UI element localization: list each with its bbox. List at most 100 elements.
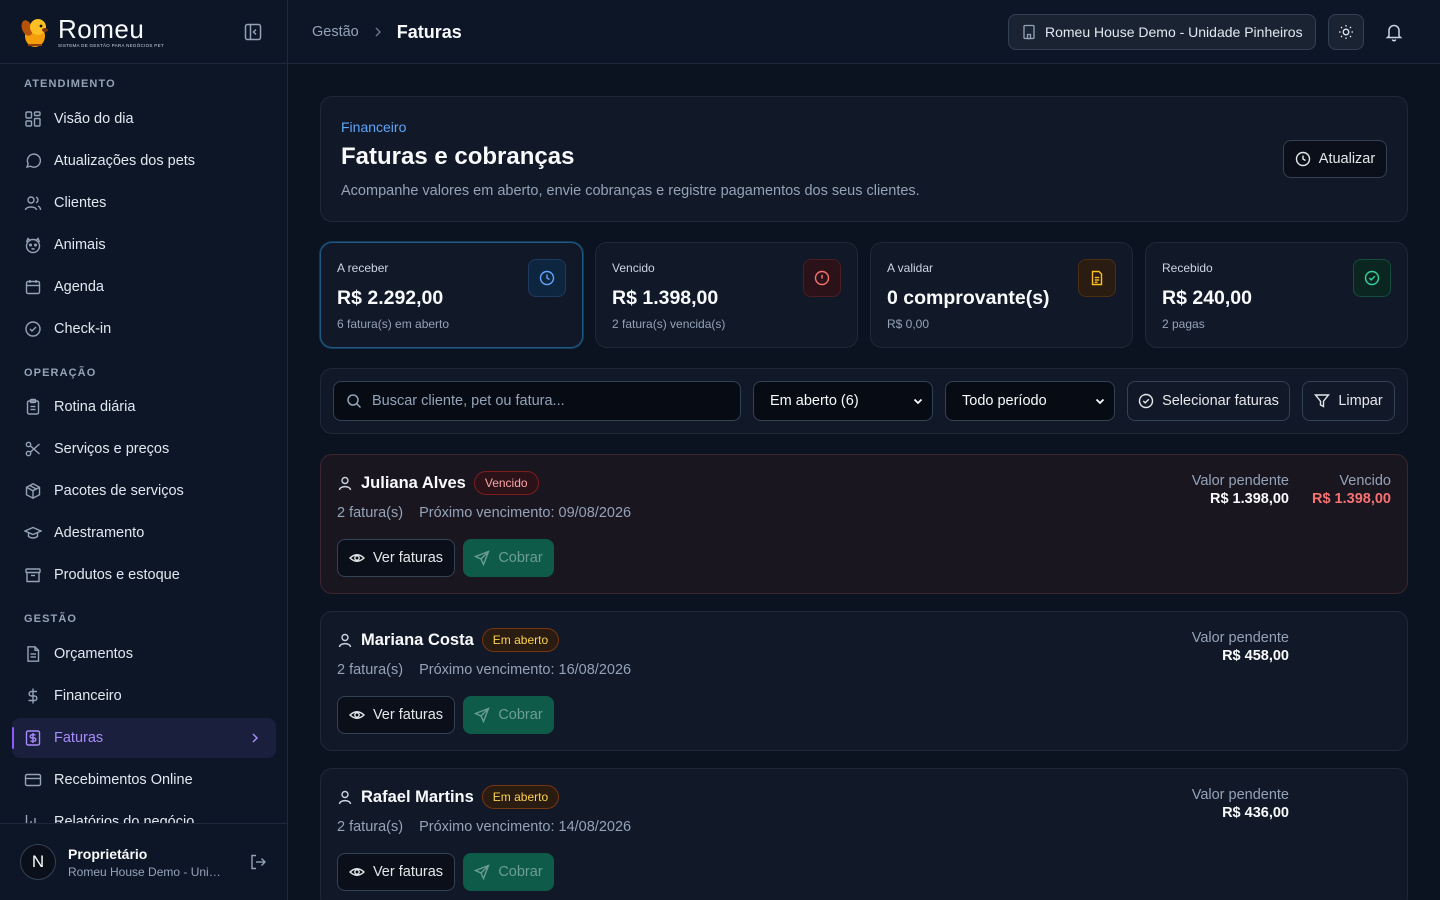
sidebar-item-label: Relatórios do negócio — [54, 814, 195, 823]
logout-icon[interactable] — [249, 853, 267, 871]
next-due-date: Próximo vencimento: 09/08/2026 — [419, 505, 632, 521]
sidebar-item-clientes[interactable]: Clientes — [12, 183, 276, 223]
chevron-down-icon — [913, 398, 923, 405]
sidebar-item-visao-do-dia[interactable]: Visão do dia — [12, 99, 276, 139]
send-icon — [474, 550, 491, 566]
nav-section-title: ATENDIMENTO — [24, 78, 116, 90]
view-invoices-button[interactable]: Ver faturas — [337, 539, 455, 577]
stat-card-a-receber[interactable]: A receber R$ 2.292,00 6 fatura(s) em abe… — [320, 242, 583, 348]
stat-card-vencido[interactable]: Vencido R$ 1.398,00 2 fatura(s) vencida(… — [595, 242, 858, 348]
view-invoices-label: Ver faturas — [372, 707, 444, 723]
unit-selector-button[interactable]: Romeu House Demo - Unidade Pinheiros — [1008, 14, 1316, 50]
scissors-icon — [25, 441, 40, 457]
sidebar-collapse-icon[interactable] — [243, 22, 263, 42]
charge-button[interactable]: Cobrar — [463, 539, 554, 577]
pending-amount-label: Valor pendente — [1191, 473, 1289, 489]
bar-chart-icon — [25, 815, 36, 823]
period-filter-value: Todo período — [962, 393, 1047, 409]
send-icon — [474, 864, 491, 880]
stat-label: A receber — [337, 261, 389, 275]
send-icon — [474, 707, 491, 723]
sidebar-item-label: Adestramento — [54, 525, 145, 541]
sidebar-item-atualizacoes-pets[interactable]: Atualizações dos pets — [12, 141, 276, 181]
stat-card-recebido[interactable]: Recebido R$ 240,00 2 pagas — [1145, 242, 1408, 348]
filter-bar: Em aberto (6) Todo período Selecionar fa… — [320, 368, 1408, 434]
period-filter-select[interactable]: Todo período — [945, 381, 1115, 421]
sidebar-item-relatorios[interactable]: Relatórios do negócio — [12, 802, 276, 823]
breadcrumb-parent[interactable]: Gestão — [312, 24, 359, 40]
credit-card-icon — [24, 773, 42, 787]
charge-button[interactable]: Cobrar — [463, 853, 554, 891]
overdue-amount-label: Vencido — [1339, 473, 1391, 489]
stat-label: Vencido — [612, 261, 655, 275]
pending-amount-value: R$ 436,00 — [1222, 805, 1289, 821]
status-badge: Vencido — [473, 471, 539, 495]
status-filter-select[interactable]: Em aberto (6) — [753, 381, 933, 421]
client-invoice-card: Juliana Alves Vencido 2 fatura(s) Próxim… — [320, 454, 1408, 594]
pending-amount-label: Valor pendente — [1191, 630, 1289, 646]
stat-sub: 6 fatura(s) em aberto — [337, 317, 450, 331]
sidebar-item-label: Serviços e preços — [54, 441, 170, 457]
sidebar-item-label: Rotina diária — [54, 399, 136, 415]
bell-icon[interactable] — [1384, 22, 1404, 42]
sidebar-item-recebimentos-online[interactable]: Recebimentos Online — [12, 760, 276, 800]
pending-amount-label: Valor pendente — [1191, 787, 1289, 803]
sidebar-item-label: Recebimentos Online — [54, 772, 193, 788]
view-invoices-label: Ver faturas — [372, 550, 444, 566]
client-invoice-card: Mariana Costa Em aberto 2 fatura(s) Próx… — [320, 611, 1408, 751]
status-badge: Em aberto — [481, 785, 560, 809]
avatar[interactable]: N — [20, 844, 56, 880]
dollar-icon — [28, 688, 38, 704]
view-invoices-button[interactable]: Ver faturas — [337, 853, 455, 891]
clipboard-icon — [26, 398, 40, 415]
charge-button[interactable]: Cobrar — [463, 696, 554, 734]
client-name: Rafael Martins — [361, 787, 474, 806]
search-field[interactable] — [333, 381, 741, 421]
sidebar-item-agenda[interactable]: Agenda — [12, 267, 276, 307]
sidebar-item-financeiro[interactable]: Financeiro — [12, 676, 276, 716]
stat-icon-box — [803, 259, 841, 297]
sidebar-item-orcamentos[interactable]: Orçamentos — [12, 634, 276, 674]
invoice-count: 2 fatura(s) — [337, 819, 404, 835]
building-icon — [1023, 24, 1035, 40]
stat-sub: 2 fatura(s) vencida(s) — [612, 317, 726, 331]
unit-selector-label: Romeu House Demo - Unidade Pinheiros — [1045, 24, 1303, 40]
calendar-icon — [25, 280, 41, 295]
clear-filters-button[interactable]: Limpar — [1302, 381, 1395, 421]
check-circle-icon — [1138, 393, 1154, 409]
search-input[interactable] — [372, 393, 732, 409]
charge-label: Cobrar — [498, 707, 543, 723]
topbar: Gestão Faturas Romeu House Demo - Unidad… — [288, 0, 1440, 64]
sidebar-item-animais[interactable]: Animais — [12, 225, 276, 265]
refresh-button[interactable]: Atualizar — [1283, 140, 1387, 178]
sidebar-item-label: Pacotes de serviços — [54, 483, 184, 499]
brand-tagline: SISTEMA DE GESTÃO PARA NEGÓCIOS PET — [58, 42, 164, 48]
eye-icon — [348, 711, 365, 719]
client-name: Juliana Alves — [361, 473, 466, 492]
view-invoices-button[interactable]: Ver faturas — [337, 696, 455, 734]
stat-card-a-validar[interactable]: A validar 0 comprovante(s) R$ 0,00 — [870, 242, 1133, 348]
sidebar-item-faturas[interactable]: Faturas — [12, 718, 276, 758]
user-icon — [338, 790, 352, 805]
sidebar-item-check-in[interactable]: Check-in — [12, 309, 276, 349]
pending-amount-value: R$ 458,00 — [1222, 648, 1289, 664]
stat-icon-box — [1078, 259, 1116, 297]
stat-value: R$ 240,00 — [1162, 287, 1252, 309]
stat-icon-box — [1353, 259, 1391, 297]
page-breadcrumb-current: Faturas — [396, 21, 462, 42]
select-invoices-label: Selecionar faturas — [1162, 393, 1279, 409]
paw-icon — [25, 237, 41, 254]
status-filter-value: Em aberto (6) — [770, 393, 859, 409]
sidebar-item-adestramento[interactable]: Adestramento — [12, 513, 276, 553]
stat-icon-box — [528, 259, 566, 297]
sidebar-item-label: Agenda — [54, 279, 104, 295]
select-invoices-button[interactable]: Selecionar faturas — [1127, 381, 1290, 421]
sidebar-item-pacotes-servicos[interactable]: Pacotes de serviços — [12, 471, 276, 511]
theme-toggle-button[interactable] — [1328, 14, 1364, 50]
sidebar-item-produtos-estoque[interactable]: Produtos e estoque — [12, 555, 276, 595]
sidebar-item-rotina-diaria[interactable]: Rotina diária — [12, 387, 276, 427]
archive-icon — [25, 568, 41, 583]
sidebar-item-servicos-precos[interactable]: Serviços e preços — [12, 429, 276, 469]
user-unit: Romeu House Demo - Unidade Pinheiros — [68, 864, 224, 879]
page-title: Faturas e cobranças — [341, 143, 575, 170]
